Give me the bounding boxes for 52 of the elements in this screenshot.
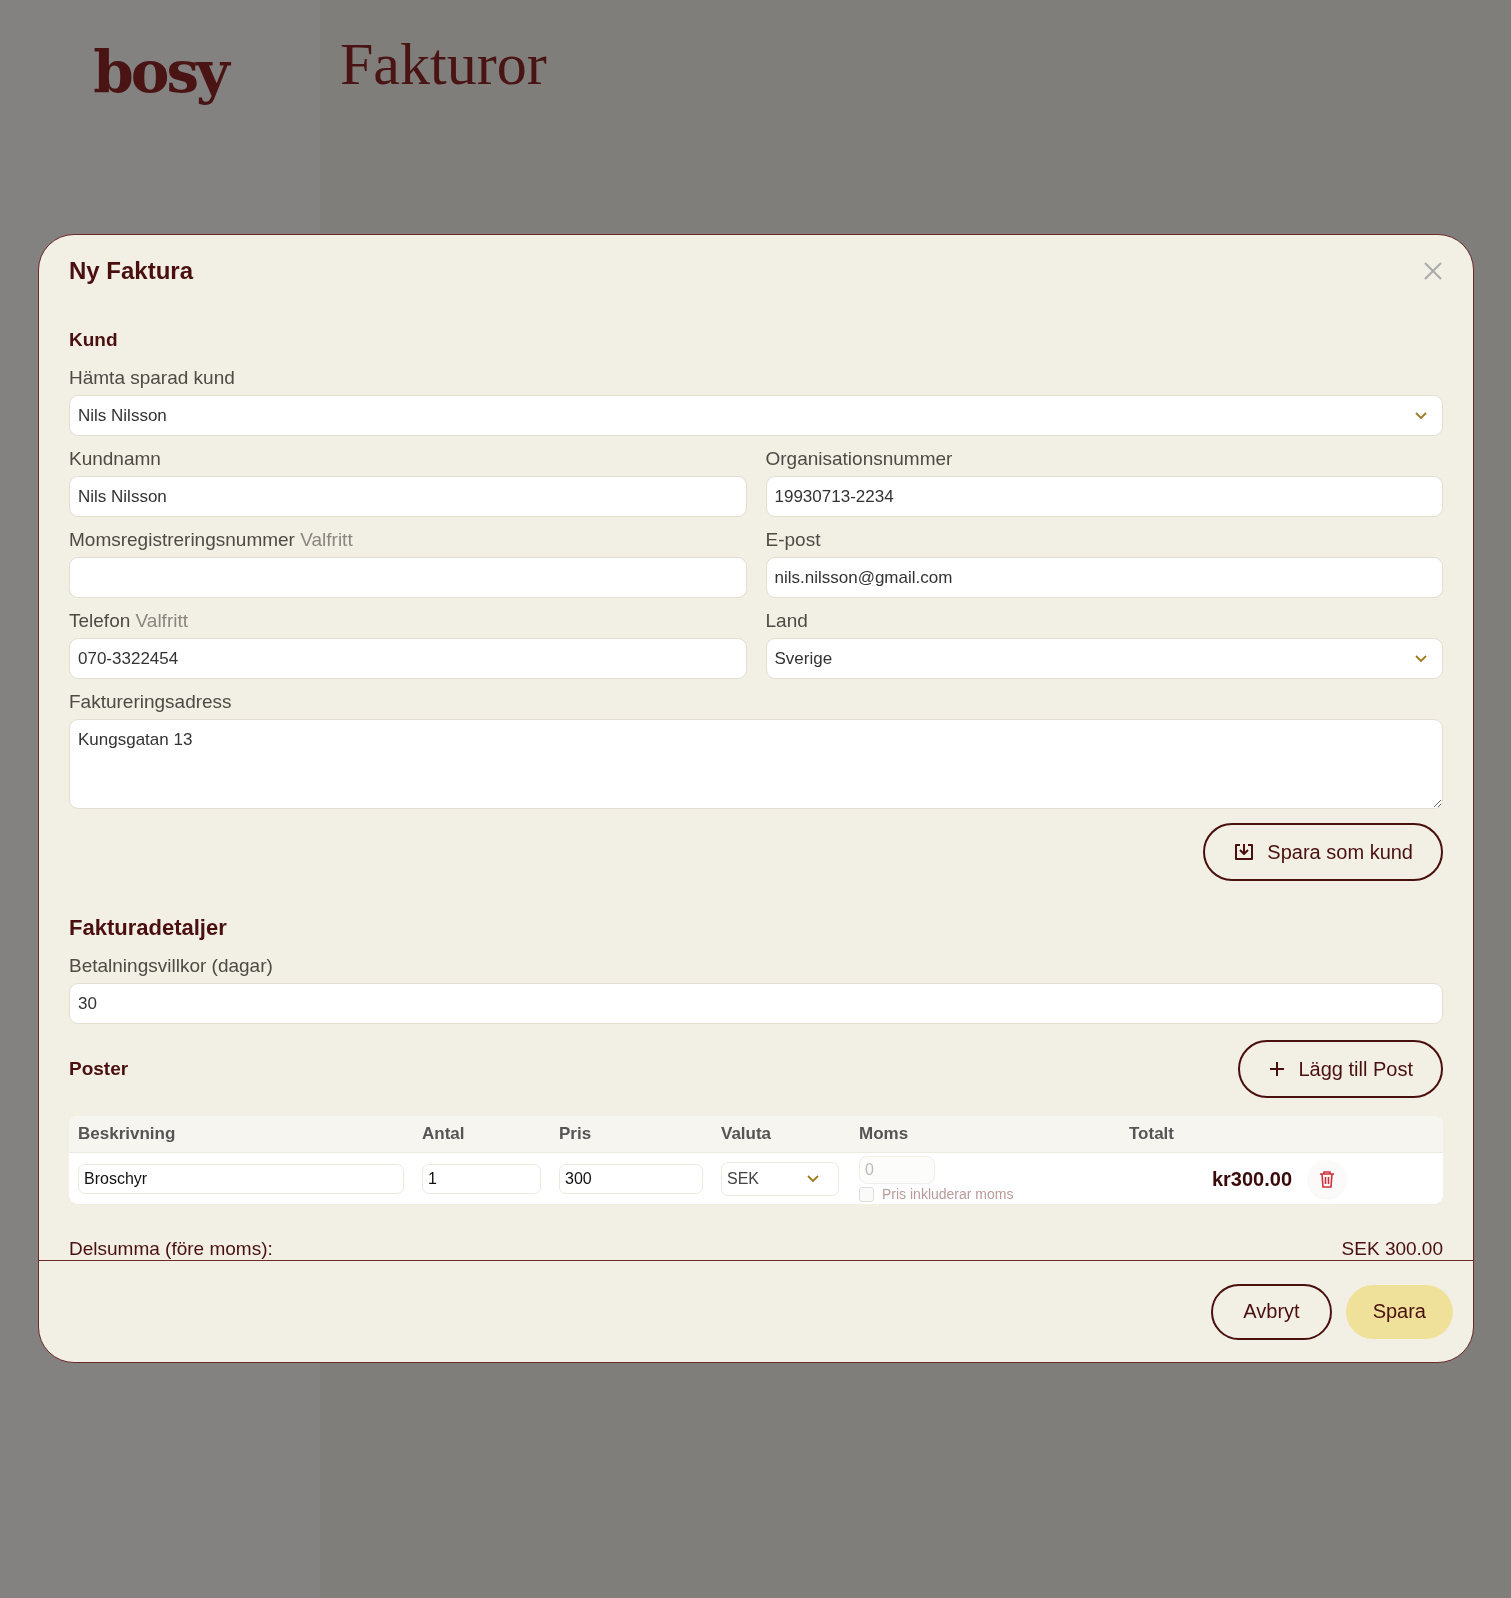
payment-terms-field[interactable]: 30 — [69, 983, 1443, 1024]
input-field[interactable] — [69, 557, 747, 598]
field-label: Faktureringsadress — [69, 691, 233, 713]
column-header: Totalt — [1129, 1124, 1175, 1144]
plus-icon — [1268, 1060, 1287, 1078]
chevron-down-icon — [1414, 410, 1428, 421]
checkbox[interactable] — [859, 1186, 874, 1202]
chevron-down-icon — [806, 1174, 820, 1184]
subtotal-value: SEK 300.00 — [1341, 1238, 1443, 1260]
input-field[interactable]: Nils Nilsson — [69, 476, 747, 517]
field-label: Organisationsnummer — [765, 448, 954, 470]
column-header: Pris — [559, 1124, 593, 1144]
field-label: Land — [765, 610, 809, 632]
trash-icon — [1319, 1170, 1335, 1188]
input-field[interactable]: 070-3322454 — [69, 638, 747, 679]
section-heading: Fakturadetaljer — [69, 915, 228, 941]
country-select[interactable]: Sverige — [765, 638, 1443, 679]
quantity-field[interactable]: 1 — [422, 1164, 541, 1194]
address-field[interactable]: Kungsgatan 13 — [69, 719, 1443, 809]
checkbox-label: Pris inkluderar moms — [882, 1186, 1014, 1202]
vat-field[interactable]: 0 — [859, 1156, 935, 1184]
row-total: kr300.00 — [1211, 1167, 1292, 1191]
section-heading: Kund — [69, 329, 119, 351]
column-header: Valuta — [721, 1124, 773, 1144]
input-field[interactable]: 19930713-2234 — [765, 476, 1443, 517]
column-header: Beskrivning — [78, 1124, 177, 1144]
field-label: E-post — [765, 529, 822, 551]
column-header: Moms — [859, 1124, 910, 1144]
save-button[interactable]: Spara — [1345, 1284, 1453, 1339]
customer-select[interactable]: Nils Nilsson — [69, 395, 1443, 436]
cancel-button[interactable]: Avbryt — [1211, 1283, 1332, 1340]
dialog-title: Ny Faktura — [69, 257, 194, 285]
field-label: Kundnamn — [69, 448, 162, 470]
field-label: Hämta sparad kund — [69, 367, 236, 389]
field-label: Momsregistreringsnummer Valfritt — [69, 529, 354, 551]
save-icon — [1233, 842, 1256, 862]
field-label: Telefon Valfritt — [69, 610, 189, 632]
price-field[interactable]: 300 — [559, 1164, 703, 1194]
input-field[interactable]: nils.nilsson@gmail.com — [765, 557, 1443, 598]
subtotal-label: Delsumma (före moms): — [69, 1238, 273, 1260]
chevron-down-icon — [1414, 653, 1428, 664]
save-customer-button[interactable]: Spara som kund — [1203, 823, 1443, 881]
add-item-button[interactable]: Lägg till Post — [1238, 1040, 1443, 1098]
description-field[interactable]: Broschyr — [78, 1164, 404, 1194]
column-header: Antal — [422, 1124, 466, 1144]
section-heading: Poster — [69, 1058, 129, 1080]
delete-button[interactable] — [1308, 1160, 1346, 1198]
logo: bosy — [93, 38, 227, 108]
field-label: Betalningsvillkor (dagar) — [69, 955, 274, 977]
currency-select[interactable]: SEK — [721, 1162, 839, 1196]
page-title: Fakturor — [340, 30, 548, 99]
close-icon — [1423, 261, 1443, 281]
